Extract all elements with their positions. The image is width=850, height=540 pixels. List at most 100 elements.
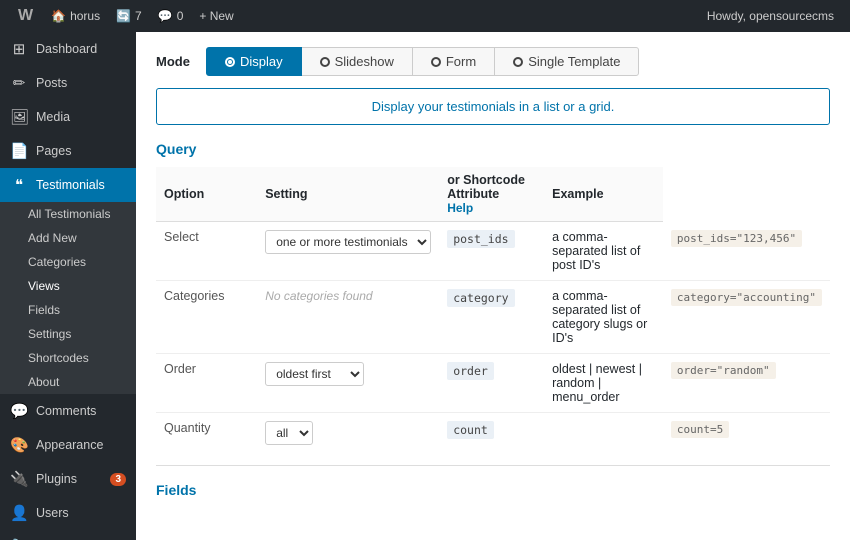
sidebar-item-tools[interactable]: 🔧 Tools bbox=[0, 530, 136, 540]
main-content: Mode Display Slideshow Form Single Templ… bbox=[136, 32, 850, 540]
row-select-option: Select bbox=[156, 222, 257, 281]
table-row-order: Order oldest first newest first random m… bbox=[156, 354, 830, 413]
tab-single-template[interactable]: Single Template bbox=[494, 47, 639, 76]
fields-section-title: Fields bbox=[156, 482, 830, 498]
adminbar-howdy[interactable]: Howdy, opensourcecms bbox=[699, 0, 842, 32]
tab-slideshow[interactable]: Slideshow bbox=[301, 47, 413, 76]
tab-display[interactable]: Display bbox=[206, 47, 302, 76]
media-icon: 🖼 bbox=[10, 108, 28, 126]
help-link[interactable]: Help bbox=[447, 201, 473, 215]
add-new-label: Add New bbox=[28, 231, 77, 245]
col-header-example: Example bbox=[544, 167, 663, 222]
submenu-categories[interactable]: Categories bbox=[0, 250, 136, 274]
new-label: + New bbox=[199, 9, 233, 23]
sidebar-item-posts[interactable]: ✏ Posts bbox=[0, 66, 136, 100]
testimonials-submenu: All Testimonials Add New Categories View… bbox=[0, 202, 136, 394]
row-select-shortcode: post_ids bbox=[439, 222, 544, 281]
tab-form[interactable]: Form bbox=[412, 47, 495, 76]
order-example-code: order="random" bbox=[671, 362, 776, 379]
testimonials-icon: ❝ bbox=[10, 176, 28, 194]
sidebar: ⊞ Dashboard ✏ Posts 🖼 Media 📄 Pages ❝ Te… bbox=[0, 32, 136, 540]
sidebar-label-appearance: Appearance bbox=[36, 438, 126, 452]
categories-example-code: category="accounting" bbox=[671, 289, 822, 306]
mode-label: Mode bbox=[156, 54, 190, 69]
sidebar-label-posts: Posts bbox=[36, 76, 126, 90]
row-quantity-setting: all 5 10 15 20 bbox=[257, 413, 439, 454]
sidebar-item-appearance[interactable]: 🎨 Appearance bbox=[0, 428, 136, 462]
sidebar-item-users[interactable]: 👤 Users bbox=[0, 496, 136, 530]
sidebar-item-pages[interactable]: 📄 Pages bbox=[0, 134, 136, 168]
comments-sidebar-icon: 💬 bbox=[10, 402, 28, 420]
adminbar-updates[interactable]: 🔄 7 bbox=[108, 0, 150, 32]
col-header-option: Option bbox=[156, 167, 257, 222]
sidebar-item-media[interactable]: 🖼 Media bbox=[0, 100, 136, 134]
appearance-icon: 🎨 bbox=[10, 436, 28, 454]
row-order-description: oldest | newest | random | menu_order bbox=[544, 354, 663, 413]
radio-single-template bbox=[513, 57, 523, 67]
sidebar-label-dashboard: Dashboard bbox=[36, 42, 126, 56]
adminbar-comments[interactable]: 💬 0 bbox=[150, 0, 192, 32]
adminbar-site[interactable]: 🏠 horus bbox=[43, 0, 108, 32]
pages-icon: 📄 bbox=[10, 142, 28, 160]
all-testimonials-label: All Testimonials bbox=[28, 207, 110, 221]
submenu-settings[interactable]: Settings bbox=[0, 322, 136, 346]
submenu-about[interactable]: About bbox=[0, 370, 136, 394]
row-order-example: order="random" bbox=[663, 354, 830, 413]
select-testimonials-dropdown[interactable]: one or more testimonials all specific bbox=[265, 230, 431, 254]
description-text: Display your testimonials in a list or a… bbox=[372, 99, 615, 114]
tab-display-label: Display bbox=[240, 54, 283, 69]
row-categories-setting: No categories found bbox=[257, 281, 439, 354]
row-quantity-option: Quantity bbox=[156, 413, 257, 454]
sidebar-item-plugins[interactable]: 🔌 Plugins 3 bbox=[0, 462, 136, 496]
sidebar-item-comments[interactable]: 💬 Comments bbox=[0, 394, 136, 428]
row-order-shortcode: order bbox=[439, 354, 544, 413]
about-label: About bbox=[28, 375, 59, 389]
radio-slideshow bbox=[320, 57, 330, 67]
sidebar-label-plugins: Plugins bbox=[36, 472, 102, 486]
views-label: Views bbox=[28, 279, 60, 293]
comments-icon: 💬 bbox=[158, 9, 173, 23]
select-example-code: post_ids="123,456" bbox=[671, 230, 802, 247]
tab-single-template-label: Single Template bbox=[528, 54, 620, 69]
submenu-views[interactable]: Views bbox=[0, 274, 136, 298]
sidebar-label-media: Media bbox=[36, 110, 126, 124]
sidebar-label-testimonials: Testimonials bbox=[36, 178, 126, 192]
order-dropdown[interactable]: oldest first newest first random menu_or… bbox=[265, 362, 364, 386]
radio-display bbox=[225, 57, 235, 67]
quantity-dropdown[interactable]: all 5 10 15 20 bbox=[265, 421, 313, 445]
submenu-add-new[interactable]: Add New bbox=[0, 226, 136, 250]
site-name: horus bbox=[70, 9, 100, 23]
query-table: Option Setting or Shortcode Attribute He… bbox=[156, 167, 830, 453]
submenu-all-testimonials[interactable]: All Testimonials bbox=[0, 202, 136, 226]
col-header-shortcode: or Shortcode Attribute Help bbox=[439, 167, 544, 222]
row-categories-shortcode: category bbox=[439, 281, 544, 354]
tab-slideshow-label: Slideshow bbox=[335, 54, 394, 69]
description-box: Display your testimonials in a list or a… bbox=[156, 88, 830, 125]
select-shortcode-tag: post_ids bbox=[447, 230, 514, 248]
table-row-quantity: Quantity all 5 10 15 20 bbox=[156, 413, 830, 454]
row-order-setting: oldest first newest first random menu_or… bbox=[257, 354, 439, 413]
no-categories-text: No categories found bbox=[265, 289, 372, 303]
submenu-fields[interactable]: Fields bbox=[0, 298, 136, 322]
sidebar-label-users: Users bbox=[36, 506, 126, 520]
table-row-categories: Categories No categories found category … bbox=[156, 281, 830, 354]
posts-icon: ✏ bbox=[10, 74, 28, 92]
row-categories-option: Categories bbox=[156, 281, 257, 354]
categories-shortcode-tag: category bbox=[447, 289, 514, 307]
tab-form-label: Form bbox=[446, 54, 476, 69]
submenu-shortcodes[interactable]: Shortcodes bbox=[0, 346, 136, 370]
quantity-shortcode-tag: count bbox=[447, 421, 494, 439]
users-icon: 👤 bbox=[10, 504, 28, 522]
wp-logo[interactable]: W bbox=[8, 0, 43, 32]
adminbar-new[interactable]: + New bbox=[191, 0, 241, 32]
settings-label: Settings bbox=[28, 327, 71, 341]
sidebar-item-testimonials[interactable]: ❝ Testimonials bbox=[0, 168, 136, 202]
query-section-title: Query bbox=[156, 141, 830, 157]
fields-label: Fields bbox=[28, 303, 60, 317]
updates-icon: 🔄 bbox=[116, 9, 131, 23]
row-select-setting: one or more testimonials all specific bbox=[257, 222, 439, 281]
row-order-option: Order bbox=[156, 354, 257, 413]
sidebar-label-comments: Comments bbox=[36, 404, 126, 418]
site-icon: 🏠 bbox=[51, 9, 66, 23]
sidebar-item-dashboard[interactable]: ⊞ Dashboard bbox=[0, 32, 136, 66]
